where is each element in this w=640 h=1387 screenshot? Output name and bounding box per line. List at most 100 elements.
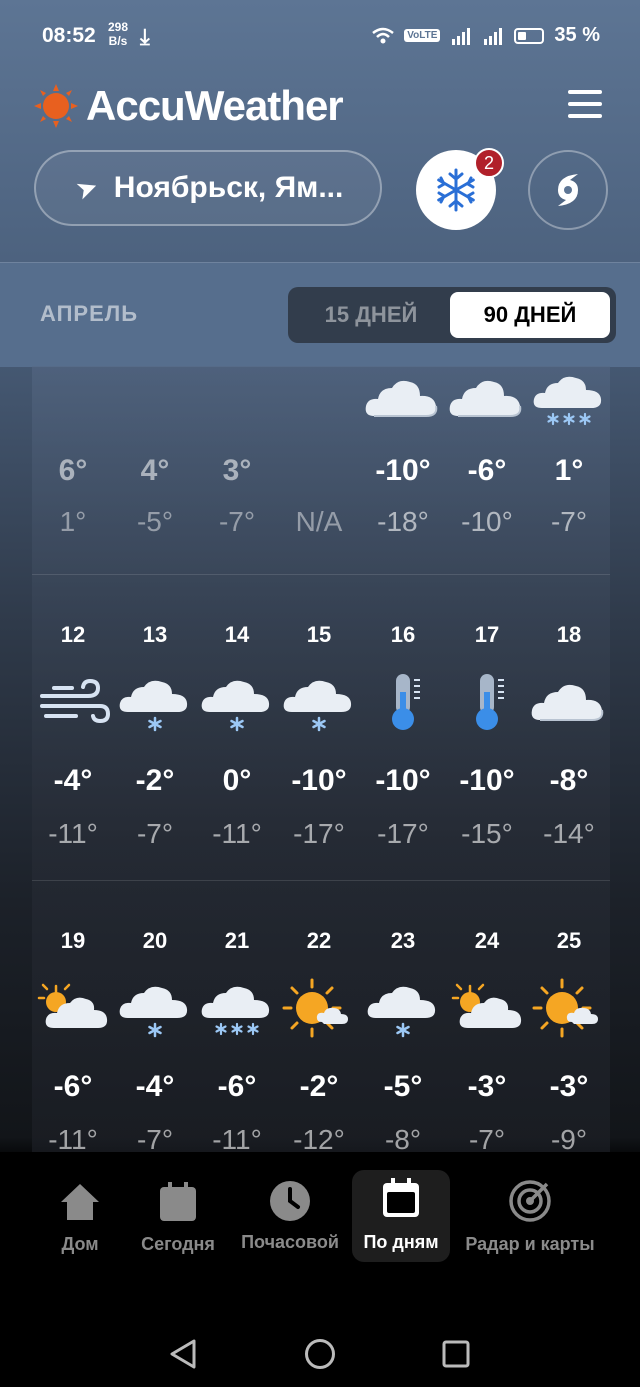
network-speed: 298 B/s [108,20,129,48]
none-icon [32,368,114,428]
low-temp: -5° [136,506,174,537]
day-number: 23 [390,928,416,953]
high-temp: -4° [53,764,93,797]
system-navigation [0,1300,640,1387]
wifi-icon [372,27,394,43]
forecast-calendar: 6° 1° 4° -5° 3° -7° N/A -10° -18° -6° -10° 1° -7° 12 -… [32,366,610,1152]
nav-home[interactable]: Дом [40,1172,120,1255]
day-number: 22 [306,928,332,953]
calendar-week: 12 -4° -11° 13 -2° -7° 14 0° -11° 15 -10° -17° 16 -10… [32,574,610,881]
low-temp: -7° [550,506,588,537]
high-temp: -10° [459,764,515,797]
day-number: 12 [60,622,86,647]
calendar-week: 19 -6° -11° 20 -4° -7° 21 -6° -11° 22 -2° -12° 23 -5°… [32,880,610,1152]
calendar-today-icon [134,1172,222,1222]
nav-hourly[interactable]: Почасовой [234,1172,346,1253]
partly-cloudy-icon [32,978,114,1038]
day-number: 15 [306,622,332,647]
app-header: AccuWeather ➤ Ноябрьск, Ям... 2 [0,72,640,262]
signal-4g-icon [452,27,471,45]
home-circle-icon[interactable] [304,1338,336,1370]
snow-icon [278,672,360,732]
back-icon[interactable] [168,1338,198,1370]
menu-icon [568,90,602,94]
none-icon [278,368,360,428]
high-temp: 3° [222,454,252,487]
day-number: 24 [474,928,500,953]
signal-icon [484,27,503,45]
low-temp: N/A [295,506,343,537]
high-temp: -6° [217,1070,257,1103]
low-temp: -17° [293,818,345,849]
location-search[interactable]: ➤ Ноябрьск, Ям... [34,150,382,226]
day-number: 21 [224,928,250,953]
day-number: 19 [60,928,86,953]
location-arrow-icon: ➤ [71,169,103,206]
low-temp: -10° [461,506,513,537]
snow-heavy-icon [196,978,278,1038]
recents-icon[interactable] [442,1340,470,1368]
high-temp: 1° [554,454,584,487]
high-temp: -10° [291,764,347,797]
snow-icon [114,672,196,732]
cloud-icon [528,672,610,732]
status-bar: 08:52 298 B/s ⤓ VoLTE 35 % [0,0,640,72]
nav-today[interactable]: Сегодня [134,1172,222,1255]
volte-icon: VoLTE [404,29,441,42]
snow-icon [114,978,196,1038]
day-number: 18 [556,622,582,647]
day-number: 13 [142,622,168,647]
snowflake-icon [437,168,475,212]
low-temp: -14° [543,818,595,849]
partly-cloudy-icon [446,978,528,1038]
day-number: 17 [474,622,500,647]
high-temp: 6° [58,454,88,487]
high-temp: -2° [135,764,175,797]
period-toggle: 15 ДНЕЙ 90 ДНЕЙ [288,287,616,343]
low-temp: -11° [48,818,98,849]
high-temp: -3° [549,1070,589,1103]
low-temp: -7° [218,506,256,537]
cloud-icon [362,368,444,428]
low-temp: -9° [550,1124,588,1152]
clock-icon [234,1172,346,1222]
hurricane-button[interactable] [528,150,608,230]
period-tabbar: АПРЕЛЬ 15 ДНЕЙ 90 ДНЕЙ [0,262,640,367]
low-temp: -17° [377,818,429,849]
high-temp: -10° [375,454,431,487]
app-logo[interactable]: AccuWeather [34,82,344,130]
snow-icon [196,672,278,732]
high-temp: -5° [383,1070,423,1103]
cold-icon [446,672,528,732]
day-number: 25 [556,928,582,953]
high-temp: -2° [299,1070,339,1103]
tab-90-days[interactable]: 90 ДНЕЙ [450,292,610,338]
download-icon: ⤓ [140,24,150,49]
sun-cloud-icon [528,978,610,1038]
status-time: 08:52 [42,24,96,47]
location-name: Ноябрьск, Ям... [113,171,344,204]
sun-cloud-icon [278,978,360,1038]
high-temp: 0° [222,764,252,797]
none-icon [114,368,196,428]
bottom-navigation: Дом Сегодня Почасовой По дням Радар и ка… [0,1152,640,1278]
alert-count-badge: 2 [474,148,504,178]
low-temp: -11° [212,818,262,849]
wind-icon [32,672,114,732]
low-temp: -15° [461,818,513,849]
day-number: 14 [224,622,250,647]
low-temp: -18° [377,506,429,537]
hurricane-icon [558,174,578,206]
high-temp: -6° [467,454,507,487]
high-temp: 4° [140,454,170,487]
nav-daily[interactable]: По дням [352,1170,450,1262]
calendar-daily-icon [352,1170,450,1218]
high-temp: -4° [135,1070,175,1103]
calendar-week: 6° 1° 4° -5° 3° -7° N/A -10° -18° -6° -10° 1° -7° [32,366,610,575]
tab-15-days[interactable]: 15 ДНЕЙ [294,292,448,338]
low-temp: -7° [136,1124,174,1152]
day-number: 16 [390,622,416,647]
menu-button[interactable] [568,90,602,118]
nav-radar[interactable]: Радар и карты [458,1172,602,1255]
low-temp: -7° [136,818,174,849]
